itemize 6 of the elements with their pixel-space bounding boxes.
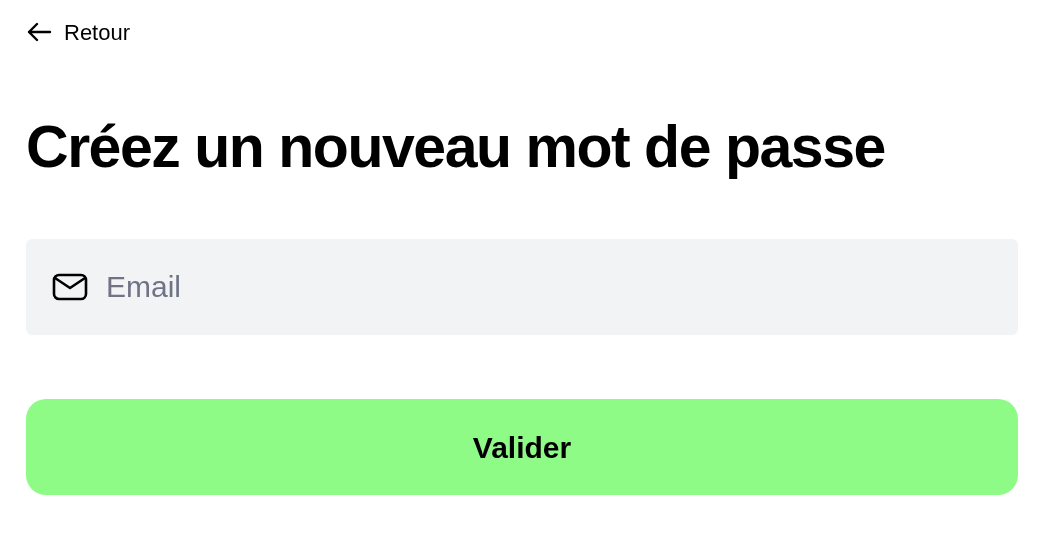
back-arrow-icon	[26, 21, 52, 43]
submit-button[interactable]: Valider	[26, 399, 1018, 495]
back-link[interactable]: Retour	[26, 18, 131, 46]
back-label: Retour	[64, 18, 131, 47]
page-heading: Créez un nouveau mot de passe	[26, 118, 886, 177]
email-field[interactable]: Email	[26, 239, 1018, 335]
